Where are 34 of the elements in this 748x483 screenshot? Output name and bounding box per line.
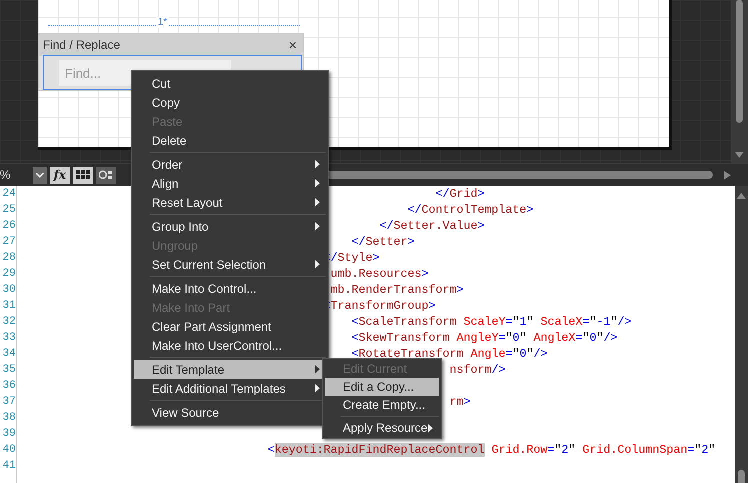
code-line: </ControlTemplate> (408, 202, 534, 218)
line-number: 28 (2, 251, 16, 266)
line-number: 39 (2, 427, 16, 442)
line-number: 35 (2, 363, 16, 378)
code-line: </Grid> (436, 186, 485, 202)
zoom-level: % (0, 168, 12, 182)
code-line: <SkewTransform AngleY="0" AngleX="0"/> (352, 330, 618, 346)
line-number: 36 (2, 379, 16, 394)
code-line: umb.Resources> (330, 266, 429, 282)
line-number: 33 (2, 331, 16, 346)
line-number: 37 (2, 395, 16, 410)
code-line: mb.RenderTransform> (330, 282, 464, 298)
line-number: 29 (2, 267, 16, 282)
line-number: 24 (2, 187, 16, 202)
line-number: 40 (2, 443, 16, 458)
control-title: Find / Replace (43, 38, 120, 52)
code-line: rm> (450, 394, 471, 410)
code-line: </Setter.Value> (380, 218, 485, 234)
code-line: <ScaleTransform ScaleY="1" ScaleX="-1"/> (352, 314, 632, 330)
code-line: </Setter> (352, 234, 415, 250)
line-number: 34 (2, 347, 16, 362)
line-number: 26 (2, 219, 16, 234)
column-width-label: 1* (156, 17, 170, 28)
line-number: 25 (2, 203, 16, 218)
line-number: 30 (2, 283, 16, 298)
line-number: 31 (2, 299, 16, 314)
code-line: <RotateTransform Angle="0"/> (352, 346, 548, 362)
code-line: nsform/> (450, 362, 506, 378)
line-number: 32 (2, 315, 16, 330)
code-line: TransformGroup> (330, 298, 436, 314)
line-number: 41 (2, 459, 16, 474)
line-number: 27 (2, 235, 16, 250)
line-number: 38 (2, 411, 16, 426)
code-line: <keyoti:RapidFindReplaceControl Grid.Row="2" Grid.ColumnSpan="2" (268, 442, 716, 458)
